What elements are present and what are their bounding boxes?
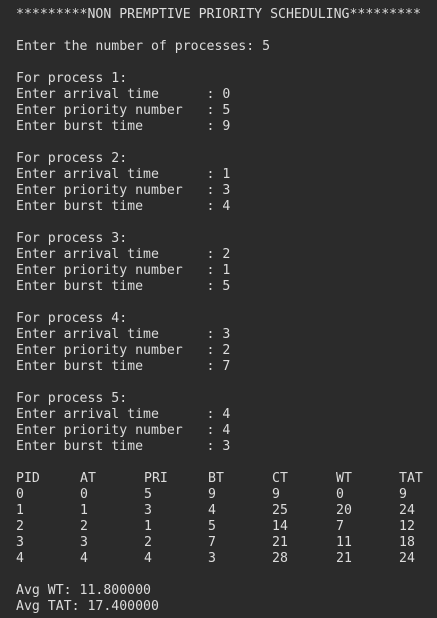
cell-tat: 24 [399,503,415,518]
cell-wt: 0 [336,487,344,502]
cell-ct: 9 [272,487,280,502]
cell-wt: 11 [336,535,352,550]
burst-time-prompt: Enter burst time : 5 [16,279,231,294]
arrival-time-prompt: Enter arrival time : 3 [16,327,231,342]
cell-bt: 5 [208,519,216,534]
cell-wt: 21 [336,551,352,566]
arrival-time-prompt: Enter arrival time : 0 [16,87,231,102]
cell-bt: 3 [208,551,216,566]
cell-bt: 4 [208,503,216,518]
priority-number-prompt: Enter priority number : 1 [16,263,231,278]
process-header: For process 1: [16,71,128,86]
cell-at: 3 [80,535,88,550]
burst-time-prompt: Enter burst time : 7 [16,359,231,374]
cell-pid: 3 [16,535,24,550]
column-header-wt: WT [336,471,352,486]
process-header: For process 4: [16,311,128,326]
burst-time-prompt: Enter burst time : 9 [16,119,231,134]
cell-pri: 3 [144,503,152,518]
process-header: For process 3: [16,231,128,246]
cell-ct: 14 [272,519,288,534]
cell-ct: 21 [272,535,288,550]
cell-bt: 9 [208,487,216,502]
priority-number-prompt: Enter priority number : 3 [16,183,231,198]
cell-tat: 24 [399,551,415,566]
cell-ct: 25 [272,503,288,518]
column-header-bt: BT [208,471,224,486]
column-header-pid: PID [16,471,40,486]
priority-number-prompt: Enter priority number : 4 [16,423,231,438]
cell-tat: 18 [399,535,415,550]
arrival-time-prompt: Enter arrival time : 2 [16,247,231,262]
arrival-time-prompt: Enter arrival time : 1 [16,167,231,182]
terminal-window[interactable]: *********NON PREMPTIVE PRIORITY SCHEDULI… [0,0,437,618]
process-header: For process 2: [16,151,128,166]
priority-number-prompt: Enter priority number : 2 [16,343,231,358]
program-title: *********NON PREMPTIVE PRIORITY SCHEDULI… [16,7,421,22]
cell-ct: 28 [272,551,288,566]
cell-pid: 0 [16,487,24,502]
process-count-prompt: Enter the number of processes: 5 [16,39,271,54]
column-header-pri: PRI [144,471,168,486]
column-header-at: AT [80,471,96,486]
average-waiting-time: Avg WT: 11.800000 [16,583,151,598]
cell-wt: 7 [336,519,344,534]
cell-pid: 2 [16,519,24,534]
priority-number-prompt: Enter priority number : 5 [16,103,231,118]
cell-at: 2 [80,519,88,534]
cell-pri: 1 [144,519,152,534]
cell-pid: 1 [16,503,24,518]
cell-at: 0 [80,487,88,502]
column-header-tat: TAT [399,471,423,486]
cell-bt: 7 [208,535,216,550]
column-header-ct: CT [272,471,288,486]
arrival-time-prompt: Enter arrival time : 4 [16,407,231,422]
cell-pid: 4 [16,551,24,566]
burst-time-prompt: Enter burst time : 3 [16,439,231,454]
cell-at: 1 [80,503,88,518]
cell-pri: 4 [144,551,152,566]
cell-tat: 12 [399,519,415,534]
cell-wt: 20 [336,503,352,518]
process-header: For process 5: [16,391,128,406]
cell-at: 4 [80,551,88,566]
cell-tat: 9 [399,487,407,502]
burst-time-prompt: Enter burst time : 4 [16,199,231,214]
cell-pri: 5 [144,487,152,502]
cell-pri: 2 [144,535,152,550]
truncated-shell-prompt [16,612,316,618]
